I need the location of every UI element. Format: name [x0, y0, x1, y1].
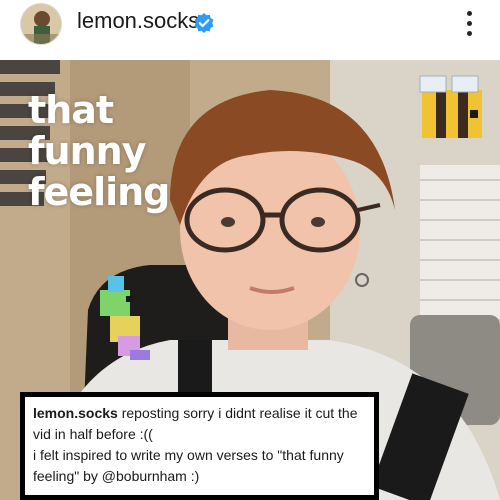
- more-options-button[interactable]: [458, 8, 480, 40]
- caption-box: lemon.socks reposting sorry i didnt real…: [20, 392, 379, 500]
- caption-line-4-end: :): [190, 468, 200, 484]
- username[interactable]: lemon.socks: [77, 8, 199, 34]
- verified-badge-icon: [194, 13, 214, 33]
- overlay-line-1: that: [28, 88, 114, 132]
- caption-username[interactable]: lemon.socks: [33, 405, 118, 421]
- caption-line-3: i felt inspired to write my own verses t…: [33, 447, 344, 463]
- avatar[interactable]: [20, 3, 62, 45]
- post-header: lemon.socks: [0, 0, 500, 60]
- caption-line-4: feeling" by: [33, 468, 98, 484]
- caption-mention[interactable]: @boburnham: [102, 468, 187, 484]
- overlay-line-3: feeling: [28, 170, 170, 214]
- caption-line-2: vid in half before :((: [33, 426, 153, 442]
- caption-line-1: reposting sorry i didnt realise it cut t…: [121, 405, 358, 421]
- caption-text: lemon.socks reposting sorry i didnt real…: [25, 397, 374, 495]
- overlay-title: that funny feeling: [28, 88, 170, 214]
- overlay-line-2: funny: [28, 129, 146, 173]
- more-vertical-icon: [466, 10, 472, 16]
